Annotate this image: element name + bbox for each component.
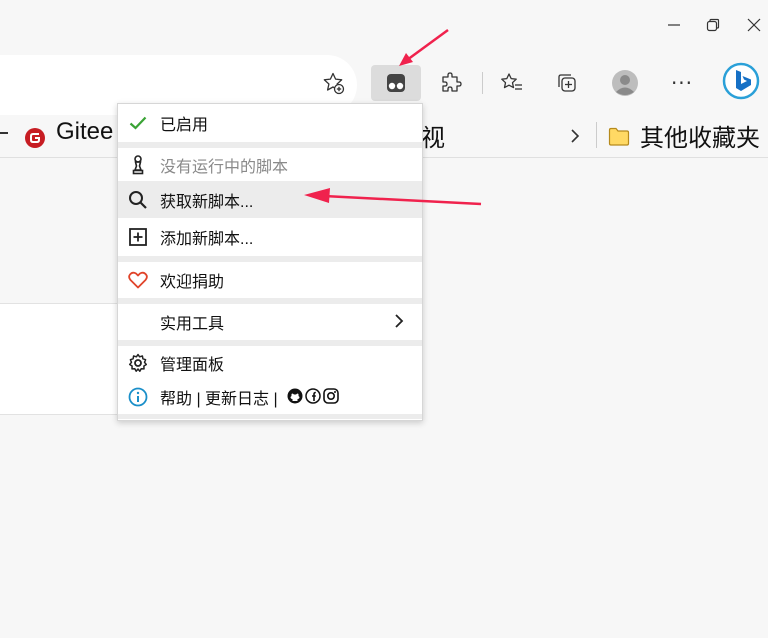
avatar-icon [612, 70, 638, 96]
plus-square-icon [128, 227, 148, 247]
menu-separator [118, 414, 422, 419]
puzzle-icon [442, 72, 462, 92]
minimize-icon [668, 24, 680, 26]
title-bar [0, 0, 768, 52]
info-icon [128, 387, 148, 407]
menu-item-utilities-label: 实用工具 [160, 316, 225, 333]
bookmarks-overflow-button[interactable] [565, 124, 585, 148]
extensions-button[interactable] [431, 64, 471, 102]
profile-button[interactable] [605, 64, 645, 102]
folder-icon [608, 127, 630, 146]
gitee-icon [25, 128, 45, 148]
overflow-indicator [0, 132, 8, 134]
collections-button[interactable] [547, 64, 587, 102]
menu-item-help[interactable]: 帮助 | 更新日志 | [118, 380, 422, 414]
collections-icon [558, 74, 576, 92]
bookmarks-divider [596, 122, 597, 148]
bookmark-partial-label[interactable]: 视 [421, 118, 445, 153]
menu-item-get-new-scripts-label: 获取新脚本... [160, 193, 254, 211]
gear-icon [128, 353, 148, 373]
more-icon: ··· [670, 71, 694, 95]
close-icon [747, 18, 761, 32]
menu-item-get-new-scripts[interactable]: 获取新脚本... [118, 181, 422, 218]
heart-icon [128, 270, 148, 290]
toolbar-divider [482, 72, 483, 94]
facebook-icon[interactable] [305, 388, 321, 404]
bing-copilot-button[interactable] [721, 62, 761, 100]
menu-item-help-label: 帮助 | 更新日志 | [160, 391, 278, 408]
menu-item-dashboard-label: 管理面板 [160, 357, 225, 374]
menu-item-no-scripts-label: 没有运行中的脚本 [160, 158, 289, 176]
menu-item-add-new-script[interactable]: 添加新脚本... [118, 218, 422, 256]
menu-item-dashboard[interactable]: 管理面板 [118, 346, 422, 380]
tampermonkey-extension-button[interactable] [371, 65, 421, 101]
menu-item-utilities[interactable]: 实用工具 [118, 304, 422, 340]
search-icon [128, 190, 148, 210]
tampermonkey-icon [387, 74, 405, 92]
menu-item-donate[interactable]: 欢迎捐助 [118, 262, 422, 298]
add-favorite-button[interactable] [313, 64, 353, 102]
menu-item-add-new-script-label: 添加新脚本... [160, 231, 254, 248]
menu-item-enabled-label: 已启用 [160, 117, 209, 134]
favorites-button[interactable] [492, 64, 532, 102]
more-options-button[interactable]: ··· [662, 64, 702, 102]
social-links [287, 388, 339, 404]
github-icon[interactable] [287, 388, 303, 404]
tampermonkey-menu: 已启用 没有运行中的脚本 获取新脚本... 添加新脚本... 欢迎捐助 实用工具 [117, 103, 423, 421]
chess-pawn-icon [128, 154, 148, 175]
check-icon [128, 113, 148, 133]
star-add-icon [323, 72, 345, 95]
restore-button[interactable] [697, 10, 729, 40]
page-content-panel [0, 303, 118, 415]
minimize-button[interactable] [658, 10, 690, 40]
restore-icon [706, 18, 720, 32]
menu-item-enabled[interactable]: 已启用 [118, 104, 422, 142]
favorites-list-icon [501, 73, 522, 90]
bing-icon [722, 62, 760, 100]
instagram-icon[interactable] [323, 388, 339, 404]
close-button[interactable] [738, 10, 768, 40]
chevron-right-icon [394, 313, 404, 334]
menu-item-no-scripts: 没有运行中的脚本 [118, 148, 422, 181]
bookmark-gitee-label: Gitee [56, 118, 114, 145]
menu-item-donate-label: 欢迎捐助 [160, 274, 225, 291]
chevron-right-icon [571, 129, 580, 143]
bookmark-other-folder-label: 其他收藏夹 [640, 125, 760, 152]
